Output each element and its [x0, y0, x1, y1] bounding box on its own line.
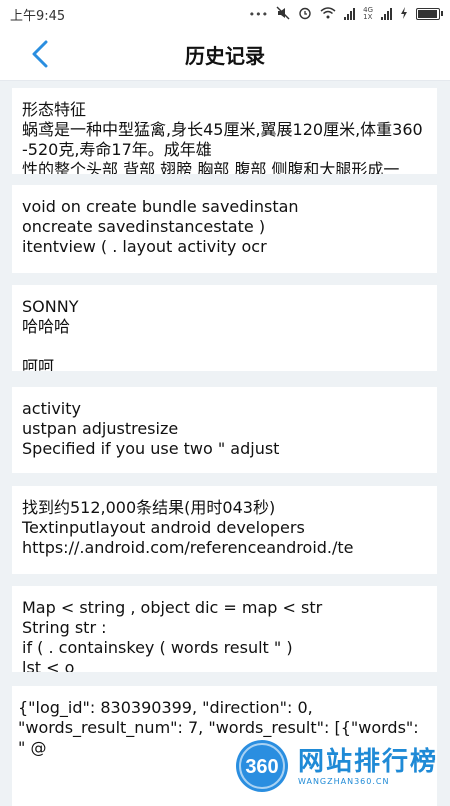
card-line: itentview ( . layout activity ocr [22, 237, 267, 256]
card-line: 找到约512,000条结果(用时043秒) [22, 498, 276, 517]
card-line: 蜗鸢是一种中型猛禽,身长45厘米,翼展120厘米,体重360-520克,寿命17… [22, 120, 423, 159]
card-line: String str : [22, 618, 107, 637]
card-line: 形态特征 [22, 100, 87, 119]
history-card[interactable]: SONNY 哈哈哈 呵呵 [12, 285, 437, 371]
chevron-left-icon [32, 40, 48, 68]
signal-icon-2 [381, 8, 392, 20]
history-list[interactable]: 形态特征 蜗鸢是一种中型猛禽,身长45厘米,翼展120厘米,体重360-520克… [0, 80, 450, 806]
card-line: 性的整个头部 背部 翅膀 胸部 腹部 侧腹和大腿形成一 [22, 160, 400, 174]
card-line: if ( . containskey ( words result " ) [22, 638, 293, 657]
mute-icon [276, 6, 290, 23]
card-line: "words_result_num": 7, "words_result": [… [18, 718, 424, 757]
history-card[interactable]: Map < string , object dic = map < str St… [12, 586, 437, 672]
alarm-icon [298, 6, 312, 23]
card-line: SONNY [22, 297, 79, 316]
page-title: 历史记录 [185, 43, 265, 68]
card-line: lst < o [22, 658, 75, 672]
card-line [22, 337, 427, 357]
card-line: 哈哈哈 [22, 317, 71, 336]
card-line: https://.android.com/referenceandroid./t… [22, 538, 354, 557]
status-icons: ••• 4G 1X [248, 6, 443, 23]
wifi-icon [320, 6, 336, 22]
charging-icon [400, 6, 408, 22]
card-line: Specified if you use two " adjust [22, 439, 280, 458]
history-card[interactable]: void on create bundle savedinstan oncrea… [12, 185, 437, 273]
history-card[interactable]: 找到约512,000条结果(用时043秒) Textinputlayout an… [12, 486, 437, 574]
card-line: {"log_id": 830390399, "direction": 0, [18, 698, 313, 717]
status-time: 上午9:45 [10, 8, 66, 24]
card-line: oncreate savedinstancestate ) [22, 217, 266, 236]
card-line: Map < string , object dic = map < str [22, 598, 323, 617]
status-bar: 上午9:45 ••• 4G 1X [0, 0, 450, 28]
card-line: activity [22, 399, 81, 418]
card-line: Textinputlayout android developers [22, 518, 305, 537]
card-line: 呵呵 [22, 357, 55, 371]
app-bar: 历史记录 [0, 28, 450, 81]
card-line: void on create bundle savedinstan [22, 197, 299, 216]
card-line: ustpan adjustresize [22, 419, 179, 438]
network-sub: 1X [363, 13, 373, 21]
back-button[interactable] [24, 38, 56, 70]
history-card[interactable]: 形态特征 蜗鸢是一种中型猛禽,身长45厘米,翼展120厘米,体重360-520克… [12, 88, 437, 174]
more-icon: ••• [248, 7, 269, 21]
signal-icon [344, 8, 356, 20]
history-card[interactable]: {"log_id": 830390399, "direction": 0, "w… [12, 686, 437, 806]
history-card[interactable]: activity ustpan adjustresize Specified i… [12, 387, 437, 473]
battery-icon [416, 8, 443, 20]
